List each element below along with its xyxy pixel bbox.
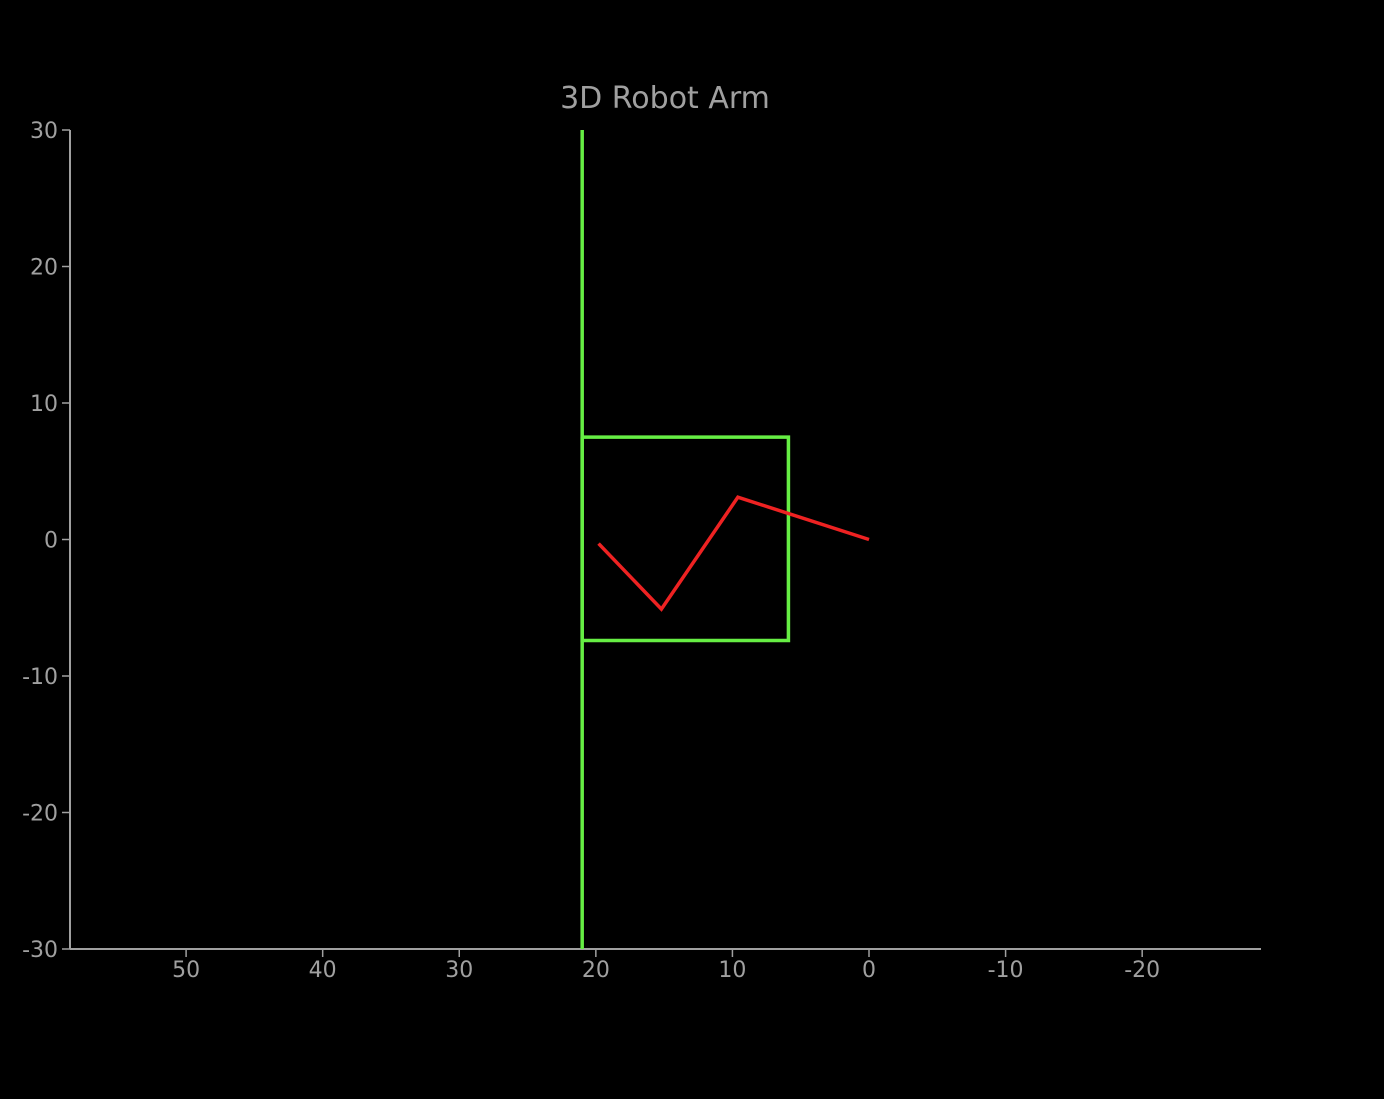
x-tick-label: 30	[445, 958, 473, 983]
x-tick-label: -10	[988, 958, 1024, 983]
chart-background	[0, 0, 1384, 1094]
x-tick-label: -20	[1124, 958, 1160, 983]
y-tick-label: 20	[30, 256, 58, 281]
chart-canvas: 3D Robot Arm 50 40 30 20 10 0 -10 -20 30 20 10 0 -10…	[0, 0, 1384, 1094]
y-tick-label: -30	[22, 938, 58, 963]
x-tick-label: 10	[718, 958, 746, 983]
plot-area: 3D Robot Arm 50 40 30 20 10 0 -10 -20 30 20 10 0 -10…	[0, 0, 1384, 1094]
chart-title: 3D Robot Arm	[560, 81, 770, 116]
y-tick-label: 30	[30, 119, 58, 144]
x-tick-label: 40	[309, 958, 337, 983]
y-tick-label: -20	[22, 802, 58, 827]
x-tick-label: 50	[172, 958, 200, 983]
x-tick-label: 0	[862, 958, 876, 983]
y-tick-label: 0	[44, 529, 58, 554]
x-tick-label: 20	[582, 958, 610, 983]
y-tick-label: 10	[30, 392, 58, 417]
y-tick-label: -10	[22, 665, 58, 690]
